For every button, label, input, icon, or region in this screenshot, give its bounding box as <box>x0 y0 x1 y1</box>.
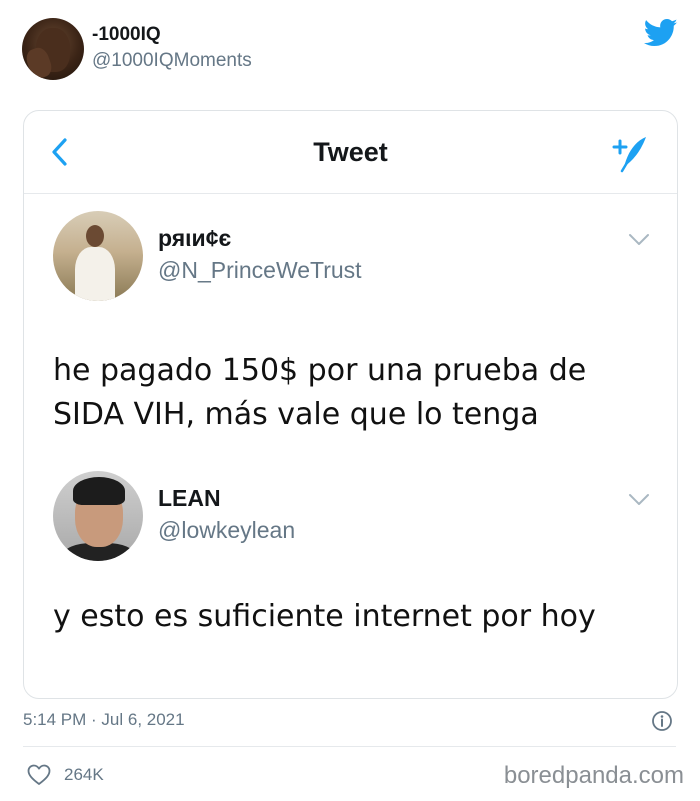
post-author-name[interactable]: ряιи¢є <box>158 225 231 252</box>
tweet-header: -1000IQ @1000IQMoments <box>0 0 700 100</box>
heart-icon[interactable] <box>27 764 51 786</box>
avatar[interactable] <box>22 18 84 80</box>
avatar[interactable] <box>53 471 143 561</box>
divider <box>23 746 676 747</box>
like-count[interactable]: 264K <box>64 765 104 785</box>
post-author-handle[interactable]: @lowkeylean <box>158 517 295 544</box>
avatar[interactable] <box>53 211 143 301</box>
user-handle[interactable]: @1000IQMoments <box>92 50 252 72</box>
post-author-handle[interactable]: @N_PrinceWeTrust <box>158 257 362 284</box>
page-title: Tweet <box>313 137 388 167</box>
display-name[interactable]: -1000IQ <box>92 24 161 46</box>
avatar-body <box>75 247 115 301</box>
compose-tweet-icon[interactable] <box>608 133 650 173</box>
nav-bar: Tweet <box>24 111 677 194</box>
chevron-down-icon[interactable] <box>628 233 650 247</box>
post-author-name[interactable]: LEAN <box>158 485 221 512</box>
avatar-head <box>86 225 104 247</box>
info-icon[interactable] <box>651 710 673 732</box>
avatar-hair <box>73 477 125 505</box>
timestamp[interactable]: 5:14 PM · Jul 6, 2021 <box>23 710 185 730</box>
embedded-tweet-card: Tweet ряιи¢є @N_PrinceWeTrust he pagado … <box>23 110 678 699</box>
chevron-down-icon[interactable] <box>628 493 650 507</box>
watermark: boredpanda.com <box>503 762 684 789</box>
twitter-bird-icon <box>644 18 678 47</box>
post-text: y esto es suficiente internet por hoy <box>53 599 596 634</box>
post-text: he pagado 150$ por una prueba de SIDA VI… <box>53 353 587 432</box>
